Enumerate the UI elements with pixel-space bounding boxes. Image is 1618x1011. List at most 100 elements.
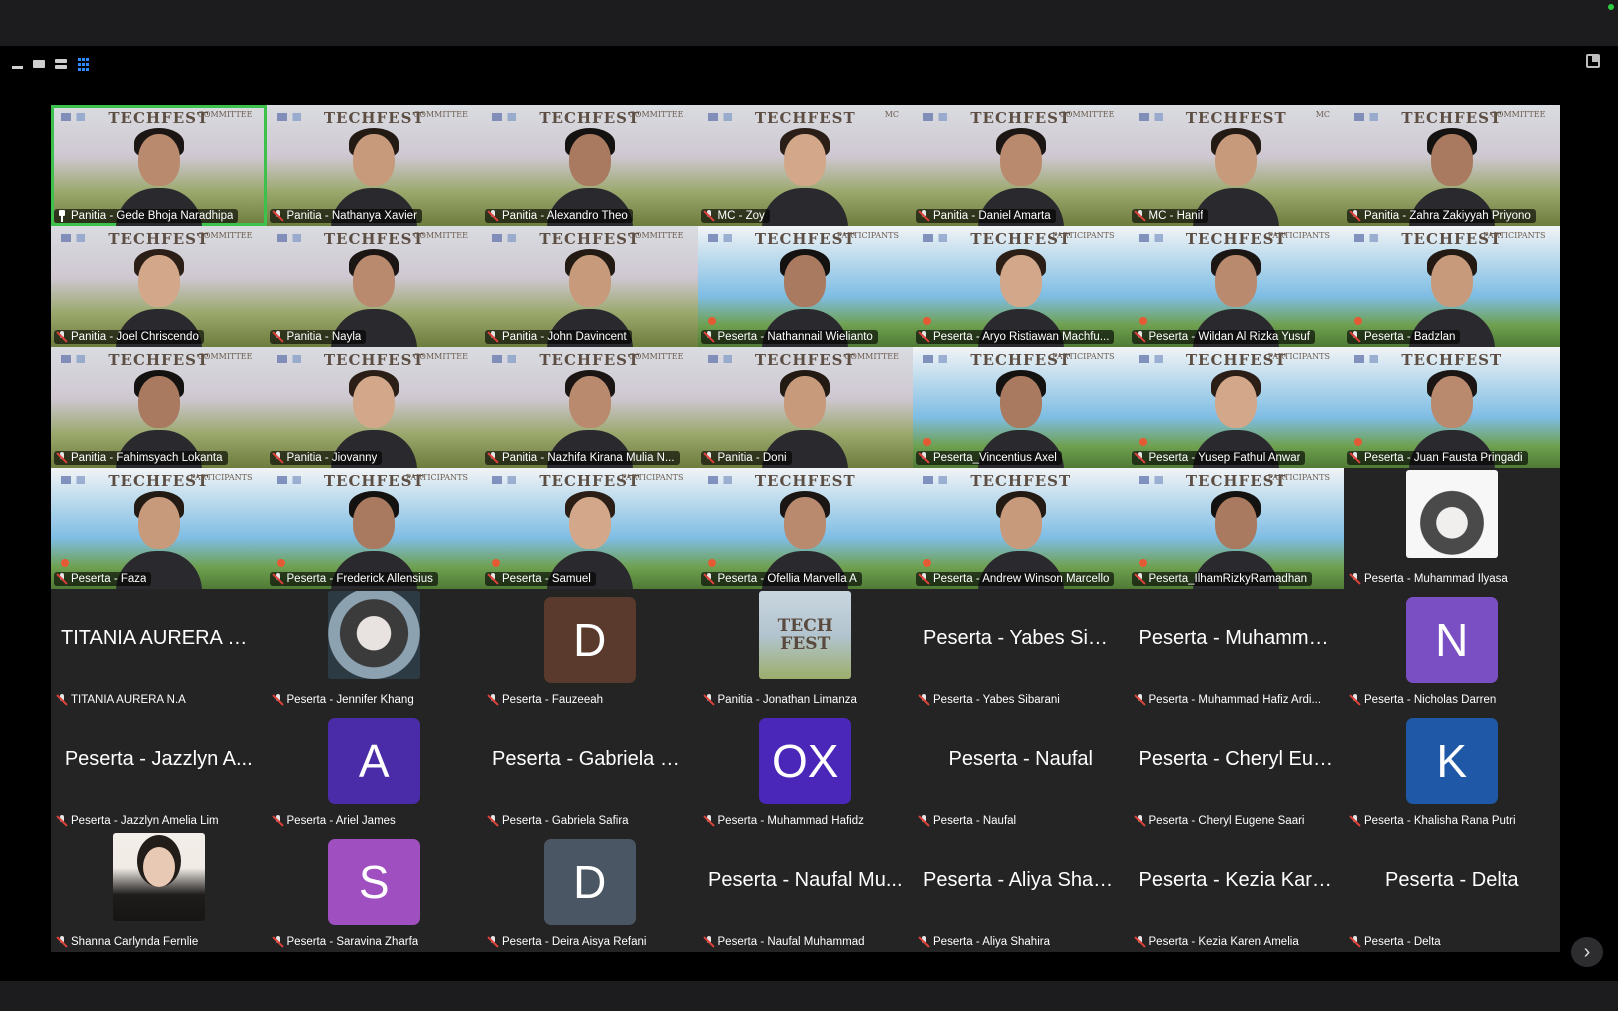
avatar: D — [543, 597, 636, 683]
participant-name: Peserta - Nathannail Wielianto — [717, 331, 873, 343]
profile-picture — [1405, 470, 1498, 558]
participant-tile[interactable]: TECHFEST COMMITTEE Panitia - Zahra Zakiyya… — [1344, 105, 1560, 226]
participant-tile[interactable]: Shanna Carlynda Fernlie — [51, 831, 267, 952]
participant-name: Peserta - Faza — [71, 573, 147, 585]
participant-tile[interactable]: TECHFEST PARTICIPANTS Peserta_IlhamRizkyRa… — [1128, 468, 1344, 589]
avatar: S — [328, 839, 421, 925]
participant-tile[interactable]: TECHFEST COMMITTEE Panitia - Gede Bhoja Na… — [51, 105, 267, 226]
muted-mic-icon — [1135, 452, 1145, 464]
participant-name: Peserta - Cheryl Eugene Saari — [1148, 815, 1305, 827]
participant-tile[interactable]: Peserta - Aliya Shahira Peserta - Aliya S… — [913, 831, 1129, 952]
participant-tile[interactable]: N Peserta - Nicholas Darren — [1344, 589, 1560, 710]
participant-tile[interactable]: TECHFEST PARTICIPANTS Peserta - Nathannail… — [697, 226, 913, 347]
participant-name: Panitia - Fahimsyach Lokanta — [71, 452, 223, 464]
participant-name: Peserta - Samuel — [502, 573, 591, 585]
exit-fullscreen-icon[interactable] — [1586, 54, 1600, 68]
participant-tile[interactable]: TECHFEST COMMITTEE Panitia - Doni — [697, 347, 913, 468]
participant-tile[interactable]: TECHFEST Peserta - Andrew Winson Marcello — [913, 468, 1129, 589]
muted-mic-icon — [57, 815, 67, 827]
muted-mic-icon — [1350, 573, 1360, 585]
participant-name: Peserta - Aryo Ristiawan Machfu... — [933, 331, 1110, 343]
participant-tile[interactable]: TECHFEST COMMITTEE Panitia - Nayla — [266, 226, 482, 347]
participant-tile[interactable]: Peserta - Cheryl Eug... Peserta - Cheryl … — [1128, 710, 1344, 831]
participant-tile[interactable]: Peserta - Muhamma... Peserta - Muhammad H… — [1128, 589, 1344, 710]
participant-tile[interactable]: Peserta - Delta Peserta - Delta — [1344, 831, 1560, 952]
muted-mic-icon — [273, 694, 283, 706]
status-dot — [1354, 438, 1362, 446]
minimize-icon[interactable] — [10, 57, 24, 71]
name-label: Peserta - Andrew Winson Marcello — [916, 572, 1115, 586]
status-dot — [923, 317, 931, 325]
participant-tile[interactable]: TECHFEST COMMITTEE Panitia - Fahimsyach Lo… — [51, 347, 267, 468]
name-label: Peserta - Muhammad Ilyasa — [1347, 572, 1513, 586]
participant-tile[interactable]: TECHFEST COMMITTEE Panitia - Nathanya Xavi… — [266, 105, 482, 226]
participant-tile[interactable]: TECHFEST PARTICIPANTS Peserta_Vincentius A… — [913, 347, 1129, 468]
participant-tile[interactable]: TECHFEST Peserta - Ofellia Marvella A — [697, 468, 913, 589]
participant-tile[interactable]: TITANIA AURERA N.A TITANIA AURERA N.A — [51, 589, 267, 710]
participant-tile[interactable]: D Peserta - Fauzeeah — [482, 589, 698, 710]
participant-name: Peserta_Vincentius Axel — [933, 452, 1057, 464]
name-label: TITANIA AURERA N.A — [54, 693, 191, 707]
participant-name: Peserta - Gabriela Safira — [502, 815, 629, 827]
participant-tile[interactable]: A Peserta - Ariel James — [266, 710, 482, 831]
role-tag: COMMITTEE — [628, 352, 684, 361]
participant-tile[interactable]: TECHFEST Peserta - Juan Fausta Pringadi — [1344, 347, 1560, 468]
participant-name: Peserta - Yabes Sibarani — [933, 694, 1060, 706]
display-name: Peserta - Cheryl Eug... — [1138, 748, 1341, 770]
participant-tile[interactable]: Peserta - Yabes Siba... Peserta - Yabes S… — [913, 589, 1129, 710]
display-name: Peserta - Aliya Shahira — [923, 869, 1127, 891]
speaker-view-icon[interactable] — [32, 57, 46, 71]
profile-picture — [328, 591, 421, 679]
participant-tile[interactable]: Peserta - Muhammad Ilyasa — [1344, 468, 1560, 589]
participant-tile[interactable]: Peserta - Naufal Peserta - Naufal — [913, 710, 1129, 831]
participant-tile[interactable]: Peserta - Kezia Kare... Peserta - Kezia K… — [1128, 831, 1344, 952]
participant-tile[interactable]: D Peserta - Deira Aisya Refani — [482, 831, 698, 952]
participant-tile[interactable]: TECHFEST PARTICIPANTS Peserta - Samuel — [482, 468, 698, 589]
participant-tile[interactable]: Peserta - Jazzlyn A... Peserta - Jazzlyn … — [51, 710, 267, 831]
participant-tile[interactable]: TECHFEST COMMITTEE Panitia - Jiovanny — [266, 347, 482, 468]
participant-tile[interactable]: TECHFEST PARTICIPANTS Peserta - Yusep Fath… — [1128, 347, 1344, 468]
name-label: Peserta - Deira Aisya Refani — [485, 935, 651, 949]
participant-tile[interactable]: TECHFEST COMMITTEE Panitia - Nazhifa Kiran… — [482, 347, 698, 468]
muted-mic-icon — [488, 815, 498, 827]
participant-tile[interactable]: Peserta - Jennifer Khang — [266, 589, 482, 710]
muted-mic-icon — [1135, 210, 1145, 222]
display-name: Peserta - Delta — [1385, 869, 1519, 891]
participant-tile[interactable]: OX Peserta - Muhammad Hafidz — [697, 710, 913, 831]
participant-name: Peserta - Naufal — [933, 815, 1017, 827]
participant-tile[interactable]: TECHFEST PARTICIPANTS Peserta - Wildan Al … — [1128, 226, 1344, 347]
participant-tile[interactable]: Peserta - Gabriela S... Peserta - Gabriel… — [482, 710, 698, 831]
participant-tile[interactable]: TECHFEST COMMITTEE Panitia - Alexandro The… — [482, 105, 698, 226]
participant-tile[interactable]: TECHFEST COMMITTEE Panitia - John Davincen… — [482, 226, 698, 347]
participant-name: Peserta - Jazzlyn Amelia Lim — [71, 815, 219, 827]
muted-mic-icon — [704, 452, 714, 464]
participant-tile[interactable]: Peserta - Naufal Mu... Peserta - Naufal M… — [697, 831, 913, 952]
participant-tile[interactable]: TECHFEST COMMITTEE Panitia - Joel Chriscen… — [51, 226, 267, 347]
avatar: N — [1405, 597, 1498, 683]
gallery-view-icon[interactable] — [76, 57, 90, 71]
participant-tile[interactable]: TECHFEST MC MC - Zoy — [697, 105, 913, 226]
status-dot — [1138, 438, 1147, 446]
name-label: Peserta - Yusep Fathul Anwar — [1131, 451, 1306, 465]
next-page-button[interactable]: › — [1571, 937, 1603, 967]
participant-name: Peserta - Yusep Fathul Anwar — [1148, 452, 1301, 464]
name-label: Peserta - Aliya Shahira — [916, 935, 1055, 949]
participant-tile[interactable]: TECHFEST COMMITTEE Panitia - Daniel Amarta — [913, 105, 1129, 226]
muted-mic-icon — [488, 452, 498, 464]
strip-view-icon[interactable] — [54, 57, 68, 71]
muted-mic-icon — [273, 573, 283, 585]
role-tag: PARTICIPANTS — [405, 473, 468, 482]
participant-tile[interactable]: TECHFEST PARTICIPANTS Peserta - Aryo Risti… — [913, 226, 1129, 347]
participant-name: Panitia - Gede Bhoja Naradhipa — [71, 210, 234, 222]
participant-name: Peserta - Jennifer Khang — [286, 694, 414, 706]
name-label: Peserta - Muhammad Hafidz — [701, 814, 869, 828]
participant-tile[interactable]: TECHFEST PARTICIPANTS Peserta - Badzlan — [1344, 226, 1560, 347]
participant-tile[interactable]: TECHFEST PARTICIPANTS Peserta - Frederick … — [266, 468, 482, 589]
participant-name: MC - Zoy — [717, 210, 765, 222]
participant-tile[interactable]: S Peserta - Saravina Zharfa — [266, 831, 482, 952]
participant-tile[interactable]: TECH FEST Panitia - Jonathan Limanza — [697, 589, 913, 710]
participant-tile[interactable]: K Peserta - Khalisha Rana Putri — [1344, 710, 1560, 831]
participant-tile[interactable]: TECHFEST MC MC - Hanif — [1128, 105, 1344, 226]
participant-tile[interactable]: TECHFEST PARTICIPANTS Peserta - Faza — [51, 468, 267, 589]
muted-mic-icon — [919, 694, 929, 706]
